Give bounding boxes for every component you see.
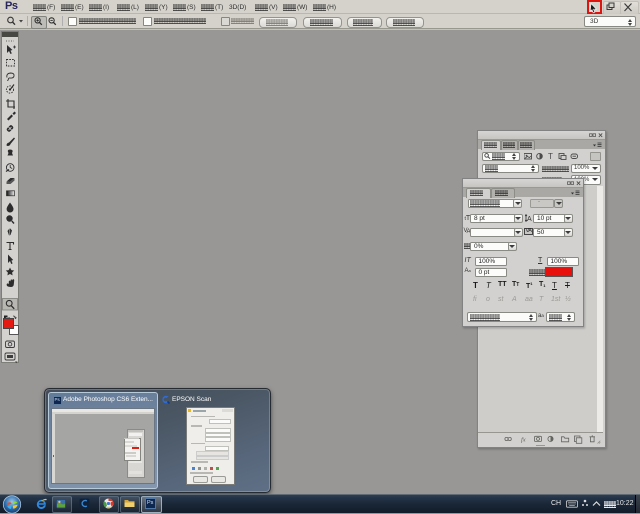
svg-text:fx: fx (521, 437, 526, 444)
svg-text:T: T (548, 152, 553, 161)
svg-text:A: A (527, 216, 532, 222)
